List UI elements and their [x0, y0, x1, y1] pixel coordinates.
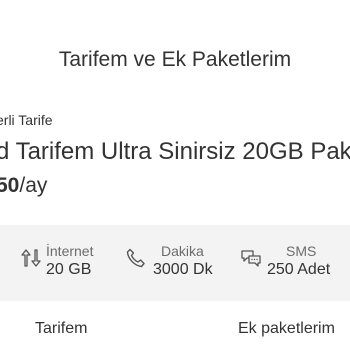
chat-bubbles-icon	[240, 247, 262, 269]
allowance-label: SMS	[286, 243, 317, 259]
page-header: Tarifem ve Ek Paketlerim	[0, 0, 350, 103]
allowance-summary: İnternet 20 GB Dakika 3000 Dk SMS 250 Ad…	[0, 225, 350, 301]
page-title: Tarifem ve Ek Paketlerim	[58, 48, 292, 71]
allowance-value: 20 GB	[46, 261, 92, 278]
tab-tarifem[interactable]: Tarifem	[35, 320, 87, 338]
tab-bar: Tarifem Ek paketlerim	[0, 301, 350, 350]
tariff-price-unit: /ay	[19, 174, 48, 197]
allowance-value: 250 Adet	[267, 261, 331, 278]
tariff-page: Tarifem ve Ek Paketlerim erli Tarife d T…	[0, 0, 350, 350]
allowance-label: Dakika	[161, 243, 204, 259]
allowance-internet: İnternet 20 GB	[20, 243, 120, 287]
tab-ek-paketlerim[interactable]: Ek paketlerim	[238, 320, 335, 338]
allowance-minutes: Dakika 3000 Dk	[125, 243, 225, 287]
allowance-label: İnternet	[46, 243, 94, 259]
tariff-type-label: erli Tarife	[0, 112, 53, 128]
tariff-price-amount: 50	[0, 174, 20, 197]
phone-icon	[125, 247, 147, 269]
tariff-price: 50/ay	[0, 174, 47, 198]
allowance-value: 3000 Dk	[153, 261, 213, 278]
allowance-sms: SMS 250 Adet	[240, 243, 350, 287]
current-tariff-card[interactable]: erli Tarife d Tarifem Ultra Sinirsiz 20G…	[0, 102, 350, 214]
data-transfer-icon	[20, 247, 42, 269]
tariff-name: d Tarifem Ultra Sinirsiz 20GB Pak	[0, 138, 350, 165]
